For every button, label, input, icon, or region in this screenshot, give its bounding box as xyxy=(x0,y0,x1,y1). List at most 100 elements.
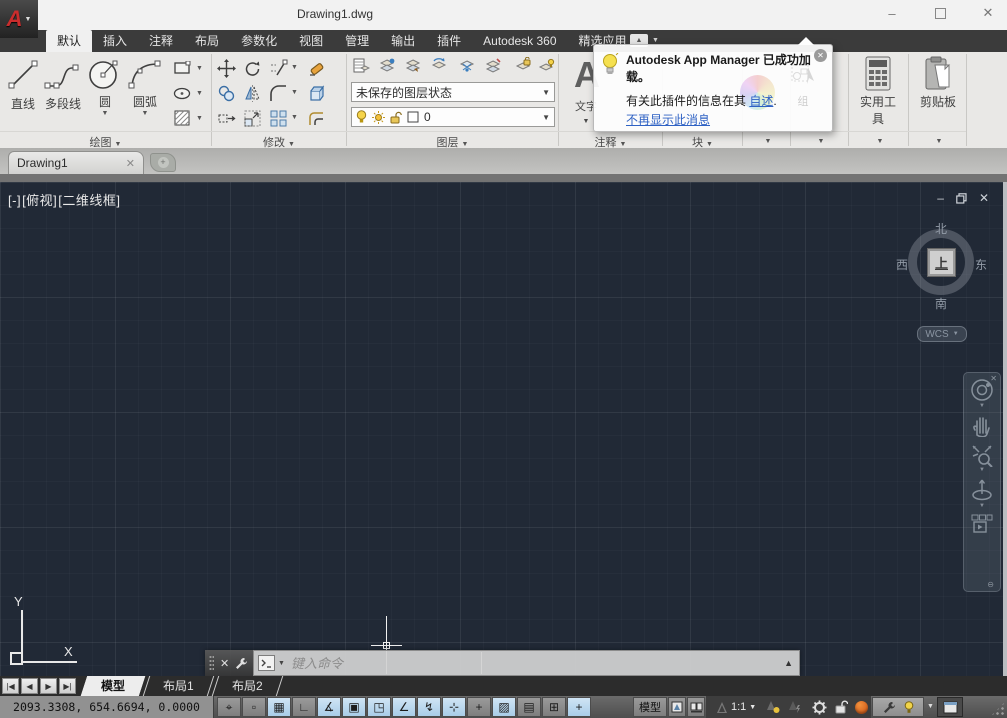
viewcube-south[interactable]: 南 xyxy=(935,295,947,312)
layer-freeze-button[interactable] xyxy=(457,56,477,76)
tool-circle-button[interactable]: 圆 ▼ xyxy=(88,56,122,117)
chevron-down-icon[interactable]: ▼ xyxy=(126,110,164,117)
viewcube-east[interactable]: 东 xyxy=(975,256,987,273)
properties-panel-label[interactable]: ▼ xyxy=(743,134,790,146)
canvas-right-scrollbar[interactable] xyxy=(1003,182,1007,676)
prev-layout-button[interactable]: ◀ xyxy=(21,678,38,694)
toggle-annotation-monitor[interactable]: + xyxy=(567,697,591,717)
chevron-down-icon[interactable]: ▼ xyxy=(196,115,203,122)
quick-view-layouts-button[interactable] xyxy=(668,697,686,717)
erase-button[interactable] xyxy=(306,58,326,78)
hatch-tool-button[interactable] xyxy=(172,108,192,128)
rectangle-tool-button[interactable] xyxy=(172,58,192,78)
chevron-down-icon[interactable]: ▼ xyxy=(196,65,203,72)
command-close-icon[interactable]: ✕ xyxy=(220,657,229,670)
chevron-down-icon[interactable]: ▼ xyxy=(291,64,298,71)
wcs-menu-button[interactable]: WCS▼ xyxy=(917,326,967,342)
chevron-down-icon[interactable]: ▼ xyxy=(278,660,285,667)
layer-dropdown[interactable]: 0 ▼ xyxy=(351,107,555,127)
command-prompt-icon[interactable] xyxy=(258,655,275,671)
chevron-down-icon[interactable]: ▼ xyxy=(291,114,298,121)
move-button[interactable] xyxy=(216,58,236,78)
last-layout-button[interactable]: ▶| xyxy=(59,678,76,694)
chevron-down-icon[interactable]: ▼ xyxy=(964,503,1000,509)
toggle-lineweight[interactable]: + xyxy=(467,697,491,717)
array-button[interactable] xyxy=(268,108,288,128)
isolate-objects-button[interactable] xyxy=(851,697,871,717)
command-line-handle[interactable]: ✕ xyxy=(205,650,253,676)
zoom-icon[interactable] xyxy=(970,443,994,467)
chevron-down-icon[interactable]: ▼ xyxy=(88,110,122,117)
tool-line-button[interactable]: 直线 xyxy=(6,56,40,112)
layout-tab-model[interactable]: 模型 xyxy=(81,676,146,696)
navigation-wheel-icon[interactable] xyxy=(969,377,995,403)
viewcube-top-face[interactable]: 上 xyxy=(928,249,955,276)
wrench-icon[interactable] xyxy=(883,701,896,714)
copy-button[interactable] xyxy=(216,83,236,103)
layer-properties-button[interactable] xyxy=(351,56,371,76)
layer-state-dropdown[interactable]: 未保存的图层状态 ▼ xyxy=(351,82,555,102)
new-tab-button[interactable]: + xyxy=(150,153,176,172)
tab-layout[interactable]: 布局 xyxy=(184,30,230,52)
layer-off-button[interactable] xyxy=(483,56,503,76)
layer-state-button[interactable] xyxy=(377,56,397,76)
toggle-selection-cycling[interactable]: ⊞ xyxy=(542,697,566,717)
toggle-quick-properties[interactable]: ▤ xyxy=(517,697,541,717)
maximize-button[interactable] xyxy=(929,4,951,22)
clipboard-panel-label[interactable]: ▼ xyxy=(909,134,966,146)
quick-view-drawings-button[interactable] xyxy=(687,697,705,717)
viewcube-west[interactable]: 西 xyxy=(896,256,908,273)
viewport-minimize-icon[interactable]: – xyxy=(937,190,944,206)
scale-button[interactable] xyxy=(242,108,262,128)
trim-button[interactable] xyxy=(268,58,288,78)
tab-annotate[interactable]: 注释 xyxy=(138,30,184,52)
layer-isolate-button[interactable] xyxy=(403,56,423,76)
viewport-style-control[interactable]: [二维线框] xyxy=(58,193,120,208)
status-tools-group[interactable] xyxy=(872,697,924,717)
workspace-switch-button[interactable] xyxy=(808,697,830,717)
annotation-autoscale-button[interactable] xyxy=(784,697,805,717)
toggle-3d-object-snap[interactable]: ◳ xyxy=(367,697,391,717)
tab-autodesk360[interactable]: Autodesk 360 xyxy=(472,30,567,52)
readme-link[interactable]: 自述 xyxy=(749,94,773,108)
tool-arc-button[interactable]: 圆弧 ▼ xyxy=(126,56,164,117)
toggle-dynamic-ucs[interactable]: ↯ xyxy=(417,697,441,717)
command-history-up-icon[interactable]: ▲ xyxy=(778,658,799,668)
toggle-polar-tracking[interactable]: ∡ xyxy=(317,697,341,717)
chevron-down-icon[interactable]: ▼ xyxy=(964,467,1000,473)
tab-view[interactable]: 视图 xyxy=(288,30,334,52)
orbit-icon[interactable] xyxy=(970,477,994,503)
layout-tab-layout1[interactable]: 布局1 xyxy=(143,676,214,696)
ribbon-collapse-options-icon[interactable]: ▼ xyxy=(652,37,659,44)
toggle-object-snap-tracking[interactable]: ∠ xyxy=(392,697,416,717)
chevron-down-icon[interactable]: ▼ xyxy=(583,118,590,125)
viewport-restore-icon[interactable] xyxy=(956,193,967,204)
drag-grip-icon[interactable] xyxy=(209,655,214,671)
viewcube-north[interactable]: 北 xyxy=(935,220,947,237)
toggle-object-snap[interactable]: ▣ xyxy=(342,697,366,717)
file-tab-drawing1[interactable]: Drawing1 ✕ xyxy=(8,151,144,174)
mirror-button[interactable] xyxy=(242,83,262,103)
resize-grip-icon[interactable] xyxy=(991,702,1005,716)
viewport-close-icon[interactable]: ✕ xyxy=(979,190,989,206)
coordinates-display[interactable]: 2093.3308, 654.6694, 0.0000 xyxy=(0,696,214,718)
pan-hand-icon[interactable] xyxy=(971,413,993,437)
group-panel-label[interactable]: ▼ xyxy=(791,134,848,146)
layer-lock-button[interactable] xyxy=(513,56,533,76)
drawing-canvas[interactable]: [-][俯视][二维线框] – ✕ 北 西 东 南 上 WCS▼ ✕ ▼ ▼ ▼… xyxy=(0,182,1007,676)
tab-manage[interactable]: 管理 xyxy=(334,30,380,52)
utilities-tool-button[interactable]: 实用工具 xyxy=(856,56,900,127)
status-menu-chevron-icon[interactable]: ▼ xyxy=(927,703,934,710)
layer-on-button[interactable] xyxy=(537,56,557,76)
bulb-icon[interactable] xyxy=(904,701,914,714)
model-space-button[interactable]: 模型 xyxy=(633,697,667,717)
clipboard-tool-button[interactable]: 剪贴板 xyxy=(916,56,960,110)
tab-home[interactable]: 默认 xyxy=(46,30,92,52)
utilities-panel-label[interactable]: ▼ xyxy=(849,134,908,146)
chevron-down-icon[interactable]: ▼ xyxy=(196,90,203,97)
ellipse-tool-button[interactable] xyxy=(172,83,192,103)
viewport-menu-control[interactable]: [-] xyxy=(8,193,21,208)
wrench-icon[interactable] xyxy=(235,657,248,670)
toggle-grid-display[interactable]: ▦ xyxy=(267,697,291,717)
toggle-dynamic-input[interactable]: ⊹ xyxy=(442,697,466,717)
